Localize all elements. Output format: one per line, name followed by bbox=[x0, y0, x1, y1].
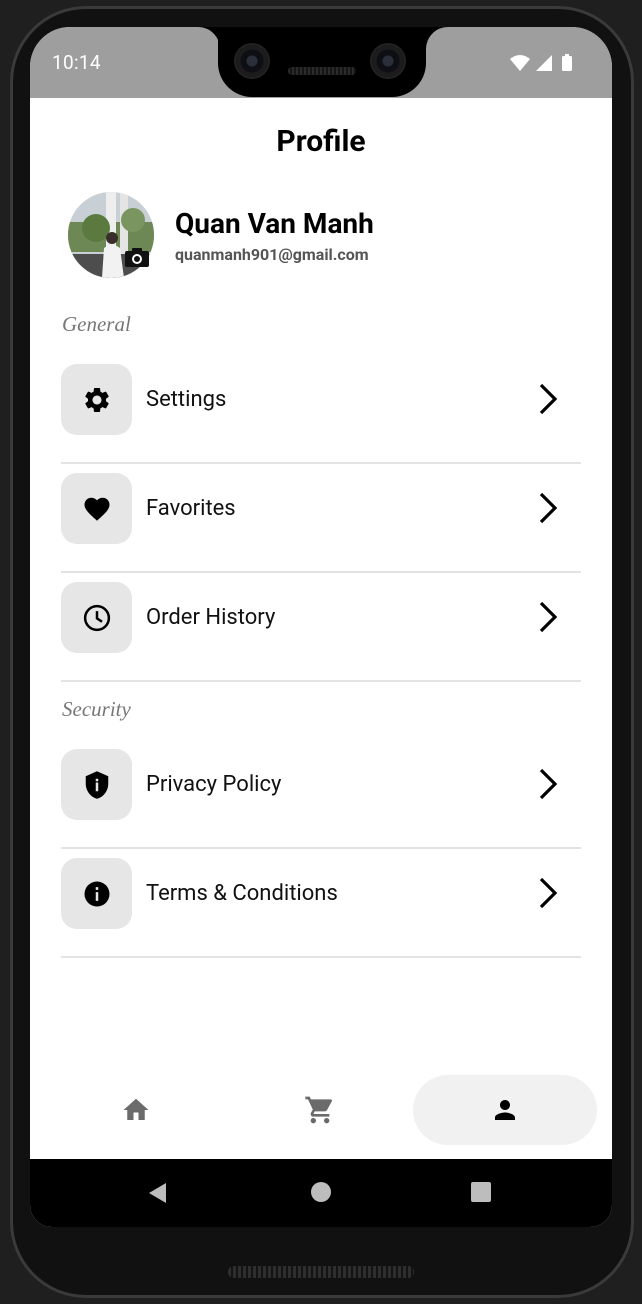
heart-icon bbox=[84, 497, 109, 521]
menu-item-privacy-policy[interactable]: Privacy Policy bbox=[61, 739, 581, 849]
section-label-general: General bbox=[62, 312, 131, 336]
menu-item-label: Terms & Conditions bbox=[146, 881, 338, 906]
system-nav-bar bbox=[30, 1159, 612, 1227]
cart-icon bbox=[305, 1096, 333, 1124]
wifi-icon bbox=[510, 55, 530, 71]
menu-item-favorites[interactable]: Favorites bbox=[61, 463, 581, 573]
status-time: 10:14 bbox=[52, 51, 101, 74]
chevron-right-icon bbox=[539, 383, 558, 415]
menu-item-terms-conditions[interactable]: Terms & Conditions bbox=[61, 848, 581, 958]
page-title: Profile bbox=[276, 124, 366, 159]
phone-device: 10:14 Profile Quan Van Manh quanmanh901@… bbox=[0, 0, 642, 1304]
gear-icon bbox=[84, 387, 109, 412]
shield-icon bbox=[85, 770, 108, 799]
phone-screen: 10:14 Profile Quan Van Manh quanmanh901@… bbox=[30, 27, 612, 1227]
section-label-security: Security bbox=[62, 697, 131, 721]
front-camera-icon bbox=[236, 45, 268, 77]
signal-icon bbox=[536, 55, 552, 71]
settings-icon-tile bbox=[61, 364, 132, 435]
menu-item-label: Privacy Policy bbox=[146, 772, 282, 797]
person-icon bbox=[495, 1100, 515, 1120]
privacy-icon-tile bbox=[61, 749, 132, 820]
user-email: quanmanh901@gmail.com bbox=[175, 245, 369, 264]
order-history-icon-tile bbox=[61, 582, 132, 653]
status-bar: 10:14 bbox=[30, 27, 612, 98]
menu-item-order-history[interactable]: Order History bbox=[61, 572, 581, 682]
info-icon bbox=[84, 881, 109, 906]
menu-item-label: Order History bbox=[146, 605, 276, 630]
front-sensor-icon bbox=[372, 45, 404, 77]
chevron-right-icon bbox=[539, 601, 558, 633]
nav-home[interactable] bbox=[90, 1075, 182, 1145]
nav-profile[interactable] bbox=[413, 1075, 597, 1145]
recents-icon[interactable] bbox=[470, 1181, 492, 1203]
terms-icon-tile bbox=[61, 858, 132, 929]
bottom-nav bbox=[30, 1067, 612, 1159]
status-icons bbox=[510, 54, 572, 71]
earpiece-speaker bbox=[288, 67, 356, 75]
back-icon[interactable] bbox=[146, 1181, 170, 1205]
chevron-right-icon bbox=[539, 768, 558, 800]
nav-cart[interactable] bbox=[274, 1075, 366, 1145]
chevron-right-icon bbox=[539, 492, 558, 524]
home-icon bbox=[123, 1098, 149, 1120]
home-button-icon[interactable] bbox=[310, 1181, 332, 1203]
chevron-right-icon bbox=[539, 877, 558, 909]
menu-item-label: Favorites bbox=[146, 496, 236, 521]
bottom-speaker bbox=[228, 1266, 414, 1278]
battery-icon bbox=[562, 56, 572, 71]
menu-item-settings[interactable]: Settings bbox=[61, 354, 581, 464]
camera-icon[interactable] bbox=[125, 247, 149, 267]
menu-item-label: Settings bbox=[146, 387, 227, 412]
favorites-icon-tile bbox=[61, 473, 132, 544]
clock-icon bbox=[83, 604, 110, 631]
user-name: Quan Van Manh bbox=[175, 207, 374, 240]
